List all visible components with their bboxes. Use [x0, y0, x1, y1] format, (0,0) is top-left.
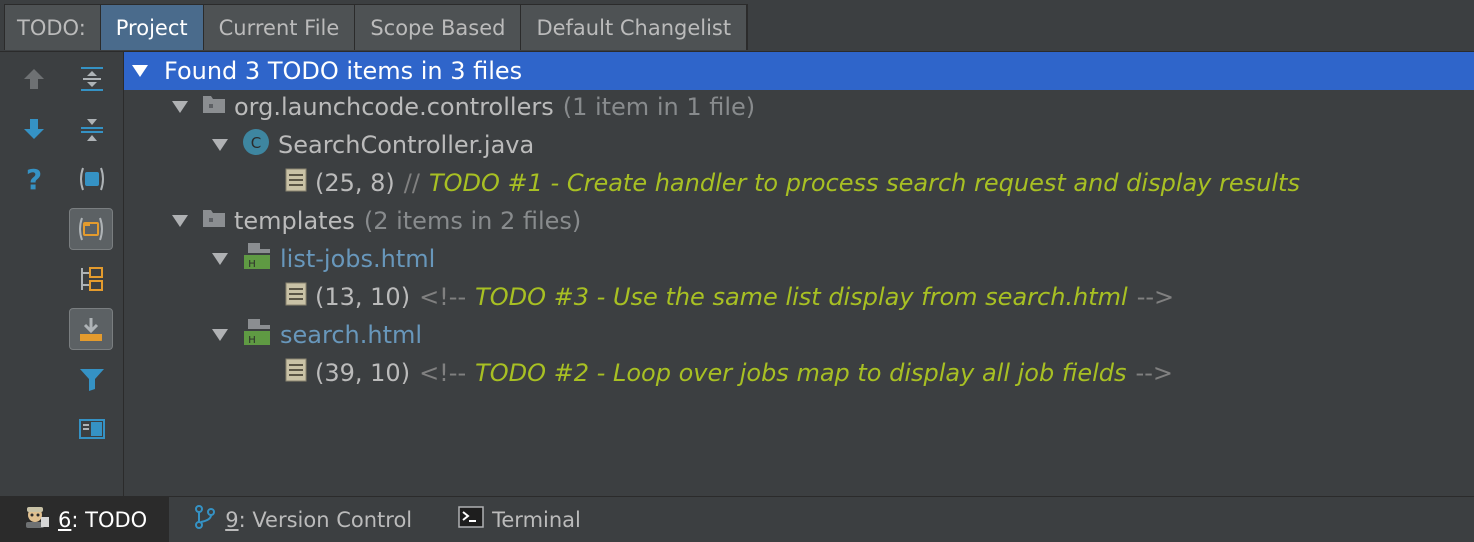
vcs-tab-label: : Version Control	[238, 507, 413, 532]
todo-tab-bar: TODO: Project Current File Scope Based D…	[0, 0, 1474, 52]
todo-tree: Found 3 TODO items in 3 files org.launch…	[124, 52, 1474, 496]
tree-package-row[interactable]: templates (2 items in 2 files)	[124, 202, 1474, 240]
chevron-down-icon[interactable]	[130, 61, 150, 81]
todo-item-row[interactable]: (39, 10) <!-- TODO #2 - Loop over jobs m…	[124, 354, 1474, 392]
svg-text:H: H	[248, 259, 256, 270]
todo-item-icon	[285, 282, 307, 312]
todo-item-icon	[285, 358, 307, 388]
tool-tab-terminal[interactable]: Terminal	[434, 497, 603, 542]
chevron-down-icon[interactable]	[210, 325, 230, 345]
autoscroll-icon[interactable]	[69, 308, 113, 350]
tab-strip: TODO: Project Current File Scope Based D…	[4, 4, 749, 50]
module-icon[interactable]	[70, 158, 114, 200]
tree-root-row[interactable]: Found 3 TODO items in 3 files	[124, 52, 1474, 90]
collapse-all-icon[interactable]	[70, 108, 114, 150]
chevron-down-icon[interactable]	[210, 135, 230, 155]
html-file-icon: H	[242, 317, 272, 353]
todo-location: (25, 8)	[315, 169, 395, 197]
chevron-down-icon[interactable]	[170, 211, 190, 231]
tool-window-bar: 6: TODO 9: Version Control Terminal	[0, 496, 1474, 542]
todo-tab-label: : TODO	[71, 507, 148, 532]
todo-comment-suffix: -->	[1136, 283, 1175, 311]
tree-file-row[interactable]: H list-jobs.html	[124, 240, 1474, 278]
todo-text: TODO #2 - Loop over jobs map to display …	[475, 359, 1127, 387]
tool-tab-version-control[interactable]: 9: Version Control	[169, 497, 434, 542]
tab-default-changelist[interactable]: Default Changelist	[521, 5, 748, 50]
tab-scope-based[interactable]: Scope Based	[355, 5, 522, 50]
svg-text:H: H	[248, 335, 256, 346]
svg-text:C: C	[251, 134, 261, 152]
terminal-icon	[458, 506, 484, 533]
file-name: search.html	[280, 321, 423, 349]
svg-text:?: ?	[26, 164, 42, 194]
todo-tab-number: 6	[58, 507, 72, 532]
chevron-down-icon[interactable]	[170, 97, 190, 117]
tree-package-row[interactable]: org.launchcode.controllers (1 item in 1 …	[124, 88, 1474, 126]
flatten-icon[interactable]	[70, 258, 114, 300]
todo-label: TODO:	[5, 5, 101, 50]
todo-comment-suffix: -->	[1135, 359, 1173, 387]
todo-comment-prefix: <!--	[419, 359, 467, 387]
todo-item-row[interactable]: (25, 8) // TODO #1 - Create handler to p…	[124, 164, 1474, 202]
todo-item-icon	[285, 168, 307, 198]
package-name: org.launchcode.controllers	[234, 93, 554, 121]
todo-text: TODO #3 - Use the same list display from…	[475, 283, 1128, 311]
expand-all-icon[interactable]	[70, 58, 114, 100]
todo-comment-prefix: <!--	[419, 283, 467, 311]
todo-comment-prefix: //	[403, 169, 420, 197]
todo-toolbar: ?	[0, 52, 124, 496]
file-name: SearchController.java	[278, 131, 535, 159]
package-count: (2 items in 2 files)	[363, 207, 582, 235]
preview-icon[interactable]	[70, 408, 114, 450]
todo-text: TODO #1 - Create handler to process sear…	[428, 169, 1300, 197]
filter-icon[interactable]	[70, 358, 114, 400]
package-count: (1 item in 1 file)	[562, 93, 756, 121]
group-by-package-icon[interactable]	[69, 208, 113, 250]
tab-current-file[interactable]: Current File	[204, 5, 356, 50]
package-name: templates	[234, 207, 355, 235]
file-name: list-jobs.html	[280, 245, 436, 273]
terminal-tab-label: Terminal	[492, 507, 581, 532]
chevron-down-icon[interactable]	[210, 249, 230, 269]
todo-location: (13, 10)	[315, 283, 411, 311]
tool-tab-todo[interactable]: 6: TODO	[0, 497, 170, 542]
todo-tool-icon	[24, 505, 50, 534]
folder-icon	[202, 207, 226, 235]
package-folder-icon	[202, 93, 226, 121]
vcs-tab-number: 9	[225, 507, 239, 532]
down-arrow-icon[interactable]	[12, 108, 56, 150]
todo-location: (39, 10)	[315, 359, 411, 387]
tree-root-label: Found 3 TODO items in 3 files	[164, 57, 523, 85]
up-arrow-icon[interactable]	[12, 58, 56, 100]
todo-item-row[interactable]: (13, 10) <!-- TODO #3 - Use the same lis…	[124, 278, 1474, 316]
java-class-icon: C	[242, 128, 270, 162]
tab-project[interactable]: Project	[100, 5, 204, 50]
help-icon[interactable]: ?	[12, 158, 56, 200]
tree-file-row[interactable]: C SearchController.java	[124, 126, 1474, 164]
tree-file-row[interactable]: H search.html	[124, 316, 1474, 354]
branch-icon	[193, 504, 217, 535]
html-file-icon: H	[242, 241, 272, 277]
